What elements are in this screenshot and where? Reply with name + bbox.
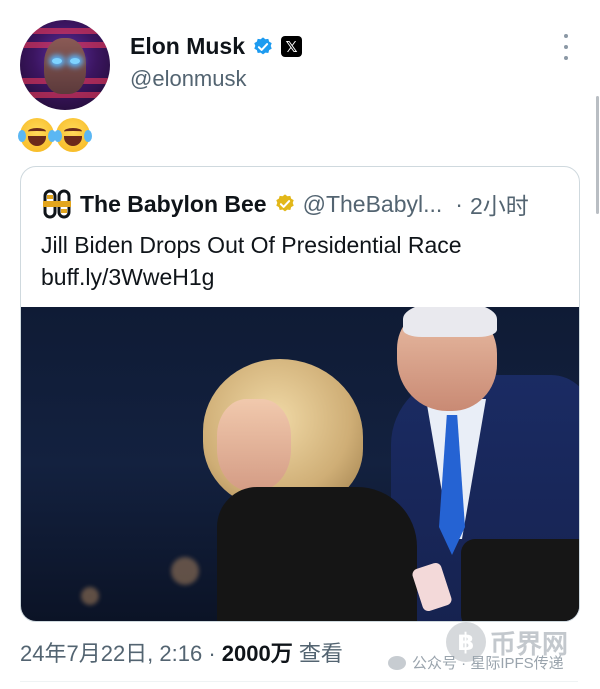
- wechat-icon: [388, 655, 406, 670]
- quoted-author-name[interactable]: The Babylon Bee: [80, 191, 267, 218]
- avatar[interactable]: [20, 20, 110, 110]
- emoji-tear: [18, 130, 26, 142]
- man-hair: [403, 307, 497, 337]
- quoted-author-handle[interactable]: @TheBabyl...: [303, 191, 443, 218]
- woman-coat: [217, 487, 417, 621]
- quoted-post-card[interactable]: The Babylon Bee @TheBabyl... · 2小时 Jill …: [20, 166, 580, 622]
- woman-face: [217, 399, 291, 491]
- quoted-timestamp[interactable]: 2小时: [470, 187, 529, 221]
- quoted-text: Jill Biden Drops Out Of Presidential Rac…: [41, 229, 462, 293]
- author-name[interactable]: Elon Musk: [130, 33, 245, 60]
- gold-verified-badge-icon: [275, 194, 294, 212]
- emoji-eyes: [28, 128, 46, 135]
- wechat-watermark-text: 公众号 · 星际IPFS传递: [412, 655, 564, 672]
- emoji-mouth: [28, 136, 46, 146]
- avatar-face: [44, 38, 86, 94]
- top-strip: [0, 0, 600, 8]
- emoji-tear: [84, 130, 92, 142]
- emoji-eyes: [64, 128, 82, 135]
- author-handle[interactable]: @elonmusk: [130, 66, 247, 92]
- views-count: 2000万: [221, 641, 293, 666]
- divider: [20, 681, 578, 682]
- babylon-bee-logo-icon: [43, 189, 71, 219]
- folded-coat: [461, 539, 579, 621]
- avatar-eye: [70, 58, 80, 64]
- more-dot: [564, 45, 568, 49]
- tears-of-joy-emoji: [54, 118, 92, 152]
- more-dot: [564, 56, 568, 60]
- views-label: 查看: [298, 641, 343, 666]
- bokeh-light: [81, 587, 99, 605]
- tears-of-joy-emoji: [18, 118, 56, 152]
- avatar-eye: [52, 58, 62, 64]
- post-timestamp[interactable]: 24年7月22日, 2:16 ·: [20, 641, 216, 666]
- quoted-link[interactable]: buff.ly/3WweH1g: [41, 261, 462, 293]
- post-body: [18, 118, 92, 152]
- emoji-tear: [54, 130, 62, 142]
- avatar-band: [20, 28, 110, 34]
- scrollbar[interactable]: [596, 96, 599, 214]
- quoted-headline: Jill Biden Drops Out Of Presidential Rac…: [41, 232, 462, 258]
- quoted-header: The Babylon Bee @TheBabyl... · 2小时: [41, 187, 529, 221]
- wechat-watermark: 公众号 · 星际IPFS传递: [388, 652, 564, 673]
- verified-badge-icon: [254, 36, 272, 54]
- more-options-icon[interactable]: [556, 34, 576, 60]
- post-metadata: 24年7月22日, 2:16 · 2000万 查看: [20, 636, 343, 668]
- x-logo-icon: 𝕏: [281, 36, 303, 57]
- more-dot: [564, 34, 568, 38]
- dot-separator: ·: [455, 190, 463, 217]
- bokeh-light: [171, 557, 199, 585]
- emoji-mouth: [64, 136, 82, 146]
- author-row: Elon Musk 𝕏: [130, 33, 303, 60]
- quoted-photo[interactable]: [21, 307, 579, 621]
